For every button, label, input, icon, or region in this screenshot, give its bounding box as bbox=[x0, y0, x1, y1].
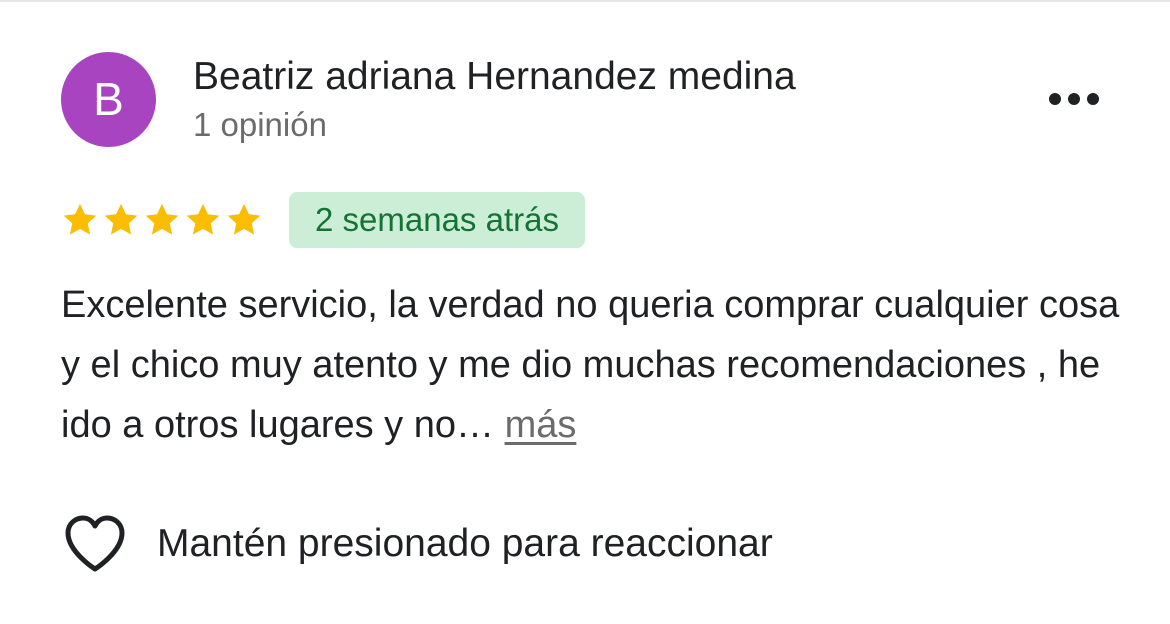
author-review-count: 1 opinión bbox=[193, 106, 327, 143]
heart-icon bbox=[65, 515, 125, 572]
star-icon bbox=[63, 203, 97, 235]
top-divider bbox=[0, 0, 1170, 2]
react-button[interactable]: Mantén presionado para reaccionar bbox=[63, 513, 773, 575]
react-label: Mantén presionado para reaccionar bbox=[157, 522, 773, 565]
review-card: B Beatriz adriana Hernandez medina 1 opi… bbox=[0, 0, 1170, 624]
review-text: Excelente servicio, la verdad no queria … bbox=[61, 284, 1120, 446]
review-date-badge: 2 semanas atrás bbox=[289, 192, 585, 248]
avatar[interactable]: B bbox=[61, 52, 156, 147]
star-icon bbox=[186, 203, 220, 235]
more-options-button[interactable] bbox=[1042, 82, 1106, 116]
more-horizontal-icon bbox=[1049, 93, 1099, 105]
star-icon bbox=[104, 203, 138, 235]
author-name[interactable]: Beatriz adriana Hernandez medina bbox=[193, 55, 796, 99]
rating-row: 2 semanas atrás bbox=[61, 192, 585, 248]
read-more-link[interactable]: más bbox=[505, 404, 577, 446]
star-icon bbox=[145, 203, 179, 235]
star-rating bbox=[61, 201, 263, 239]
review-body: Excelente servicio, la verdad no queria … bbox=[61, 275, 1131, 455]
star-icon bbox=[227, 203, 261, 235]
